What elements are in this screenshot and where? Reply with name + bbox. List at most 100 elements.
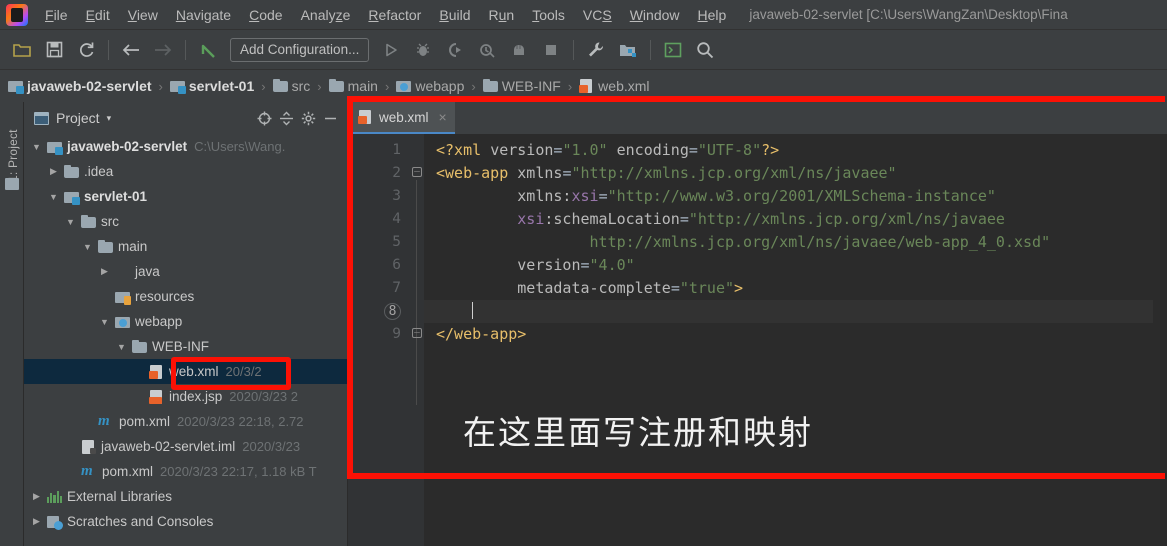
settings-gear-icon[interactable] bbox=[297, 107, 319, 129]
fold-marker-webapp-close[interactable]: ─ bbox=[412, 328, 422, 338]
line-number-7[interactable]: 7 bbox=[348, 277, 410, 300]
code-line-2[interactable]: <web-app xmlns="http://xmlns.jcp.org/xml… bbox=[424, 162, 1153, 185]
breadcrumb[interactable]: javaweb-02-servlet › servlet-01 › src › main › w… bbox=[0, 70, 1167, 102]
tree-row-pom-xml[interactable]: m pom.xml 2020/3/23 22:18, 2.72 bbox=[24, 409, 347, 434]
open-folder-icon[interactable] bbox=[8, 36, 36, 64]
menu-item-refactor[interactable]: Refactor bbox=[359, 5, 430, 25]
hide-panel-icon[interactable] bbox=[319, 107, 341, 129]
chevron-down-icon[interactable]: ▼ bbox=[30, 140, 43, 153]
project-structure-icon[interactable] bbox=[614, 36, 642, 64]
tree-row-index-jsp[interactable]: index.jsp 2020/3/23 2 bbox=[24, 384, 347, 409]
line-number-6[interactable]: 6 bbox=[348, 254, 410, 277]
menu-item-navigate[interactable]: Navigate bbox=[167, 5, 240, 25]
chevron-down-icon[interactable]: ▼ bbox=[47, 190, 60, 203]
tree-row--idea[interactable]: ▶ .idea bbox=[24, 159, 347, 184]
sync-refresh-icon[interactable] bbox=[72, 36, 100, 64]
chevron-right-icon[interactable]: ▶ bbox=[30, 490, 43, 503]
forward-arrow-icon[interactable] bbox=[149, 36, 177, 64]
code-line-7[interactable]: metadata-complete="true"> bbox=[424, 277, 1153, 300]
toolbar-divider bbox=[108, 39, 109, 60]
breadcrumb-item-webapp[interactable]: webapp bbox=[396, 78, 464, 94]
menu-item-help[interactable]: Help bbox=[689, 5, 736, 25]
menu-item-file[interactable]: File bbox=[36, 5, 77, 25]
code-token: encoding bbox=[616, 141, 689, 159]
breadcrumb-item-main[interactable]: main bbox=[328, 78, 378, 94]
tree-row-src[interactable]: ▼ src bbox=[24, 209, 347, 234]
code-line-8[interactable] bbox=[424, 300, 1153, 323]
chevron-right-icon[interactable]: ▶ bbox=[30, 515, 43, 528]
code-line-1[interactable]: <?xml version="1.0" encoding="UTF-8"?> bbox=[424, 139, 1153, 162]
settings-wrench-icon[interactable] bbox=[582, 36, 610, 64]
menu-item-edit[interactable]: Edit bbox=[77, 5, 119, 25]
tree-row-resources[interactable]: resources bbox=[24, 284, 347, 309]
editor-tab-webxml[interactable]: web.xml × bbox=[348, 102, 455, 134]
menu-item-window[interactable]: Window bbox=[621, 5, 689, 25]
collapse-all-icon[interactable] bbox=[275, 107, 297, 129]
locate-icon[interactable] bbox=[253, 107, 275, 129]
menu-item-tools[interactable]: Tools bbox=[523, 5, 574, 25]
chevron-down-icon[interactable]: ▼ bbox=[81, 240, 94, 253]
back-arrow-icon[interactable] bbox=[117, 36, 145, 64]
line-number-3[interactable]: 3 bbox=[348, 185, 410, 208]
close-icon[interactable]: × bbox=[439, 109, 447, 125]
breadcrumb-item-web-inf[interactable]: WEB-INF bbox=[482, 78, 561, 94]
tree-row-webapp[interactable]: ▼ webapp bbox=[24, 309, 347, 334]
line-number-5[interactable]: 5 bbox=[348, 231, 410, 254]
code-line-5[interactable]: http://xmlns.jcp.org/xml/ns/javaee/web-a… bbox=[424, 231, 1153, 254]
code-line-9[interactable]: </web-app> bbox=[424, 323, 1153, 346]
menu-item-build[interactable]: Build bbox=[430, 5, 479, 25]
tree-row-scratches-and-consoles[interactable]: ▶ Scratches and Consoles bbox=[24, 509, 347, 534]
tree-row-external-libraries[interactable]: ▶ External Libraries bbox=[24, 484, 347, 509]
tree-row-pom-xml[interactable]: m pom.xml 2020/3/23 22:17, 1.18 kB T bbox=[24, 459, 347, 484]
tree-row-javaweb-02-servlet[interactable]: ▼ javaweb-02-servlet C:\Users\Wang. bbox=[24, 134, 347, 159]
line-number-9[interactable]: 9 bbox=[348, 323, 410, 346]
menu-item-analyze[interactable]: Analyze bbox=[292, 5, 360, 25]
breadcrumb-item-web-xml[interactable]: web.xml bbox=[579, 78, 650, 94]
code-line-6[interactable]: version="4.0" bbox=[424, 254, 1153, 277]
chevron-down-icon[interactable]: ▼ bbox=[64, 215, 77, 228]
code-folding-gutter[interactable]: ─ ─ bbox=[410, 134, 424, 546]
code-text[interactable]: <?xml version="1.0" encoding="UTF-8"?> <w… bbox=[424, 134, 1153, 546]
tree-row-main[interactable]: ▼ main bbox=[24, 234, 347, 259]
breadcrumb-item-src[interactable]: src bbox=[272, 78, 310, 94]
line-number-4[interactable]: 4 bbox=[348, 208, 410, 231]
chevron-down-icon[interactable]: ▼ bbox=[98, 315, 111, 328]
line-number-8[interactable]: 8 bbox=[348, 300, 410, 323]
menu-item-run[interactable]: Run bbox=[480, 5, 524, 25]
breadcrumb-item-servlet-01[interactable]: servlet-01 bbox=[169, 78, 254, 94]
tool-window-button-project[interactable]: 1: Project bbox=[6, 120, 20, 182]
main-toolbar: Add Configuration... bbox=[0, 30, 1167, 70]
line-number-2[interactable]: 2 bbox=[348, 162, 410, 185]
code-line-3[interactable]: xmlns:xsi="http://www.w3.org/2001/XMLSch… bbox=[424, 185, 1153, 208]
search-everywhere-icon[interactable] bbox=[691, 36, 719, 64]
chevron-right-icon[interactable]: ▶ bbox=[47, 165, 60, 178]
tree-row-servlet-01[interactable]: ▼ servlet-01 bbox=[24, 184, 347, 209]
menu-item-view[interactable]: View bbox=[119, 5, 167, 25]
tree-row-javaweb-02-servlet-iml[interactable]: javaweb-02-servlet.iml 2020/3/23 bbox=[24, 434, 347, 459]
breadcrumb-item-javaweb-02-servlet[interactable]: javaweb-02-servlet bbox=[8, 78, 152, 94]
tree-row-meta: 2020/3/23 bbox=[242, 439, 301, 454]
code-line-4[interactable]: xsi:schemaLocation="http://xmlns.jcp.org… bbox=[424, 208, 1153, 231]
tree-row-web-xml[interactable]: web.xml 20/3/2 bbox=[24, 359, 347, 384]
tree-row-java[interactable]: ▶ java bbox=[24, 259, 347, 284]
debug-icon[interactable] bbox=[409, 36, 437, 64]
menu-item-code[interactable]: Code bbox=[240, 5, 291, 25]
run-icon[interactable] bbox=[377, 36, 405, 64]
editor-tabbar: web.xml × bbox=[348, 102, 1167, 134]
fold-marker-webapp-open[interactable]: ─ bbox=[412, 167, 422, 177]
build-icon[interactable] bbox=[505, 36, 533, 64]
run-configuration-selector[interactable]: Add Configuration... bbox=[230, 37, 370, 62]
chevron-right-icon[interactable]: ▶ bbox=[98, 265, 111, 278]
save-all-icon[interactable] bbox=[40, 36, 68, 64]
chevron-down-icon[interactable]: ▼ bbox=[115, 340, 128, 353]
profile-icon[interactable] bbox=[473, 36, 501, 64]
stop-icon[interactable] bbox=[537, 36, 565, 64]
tree-row-web-inf[interactable]: ▼ WEB-INF bbox=[24, 334, 347, 359]
terminal-icon[interactable] bbox=[659, 36, 687, 64]
menu-item-vcs[interactable]: VCS bbox=[574, 5, 621, 25]
run-coverage-icon[interactable] bbox=[441, 36, 469, 64]
line-number-1[interactable]: 1 bbox=[348, 139, 410, 162]
undo-icon[interactable] bbox=[194, 36, 222, 64]
chevron-down-icon[interactable]: ▾ bbox=[107, 113, 112, 124]
project-tree[interactable]: ▼ javaweb-02-servlet C:\Users\Wang. ▶ .idea ▼… bbox=[24, 134, 347, 534]
